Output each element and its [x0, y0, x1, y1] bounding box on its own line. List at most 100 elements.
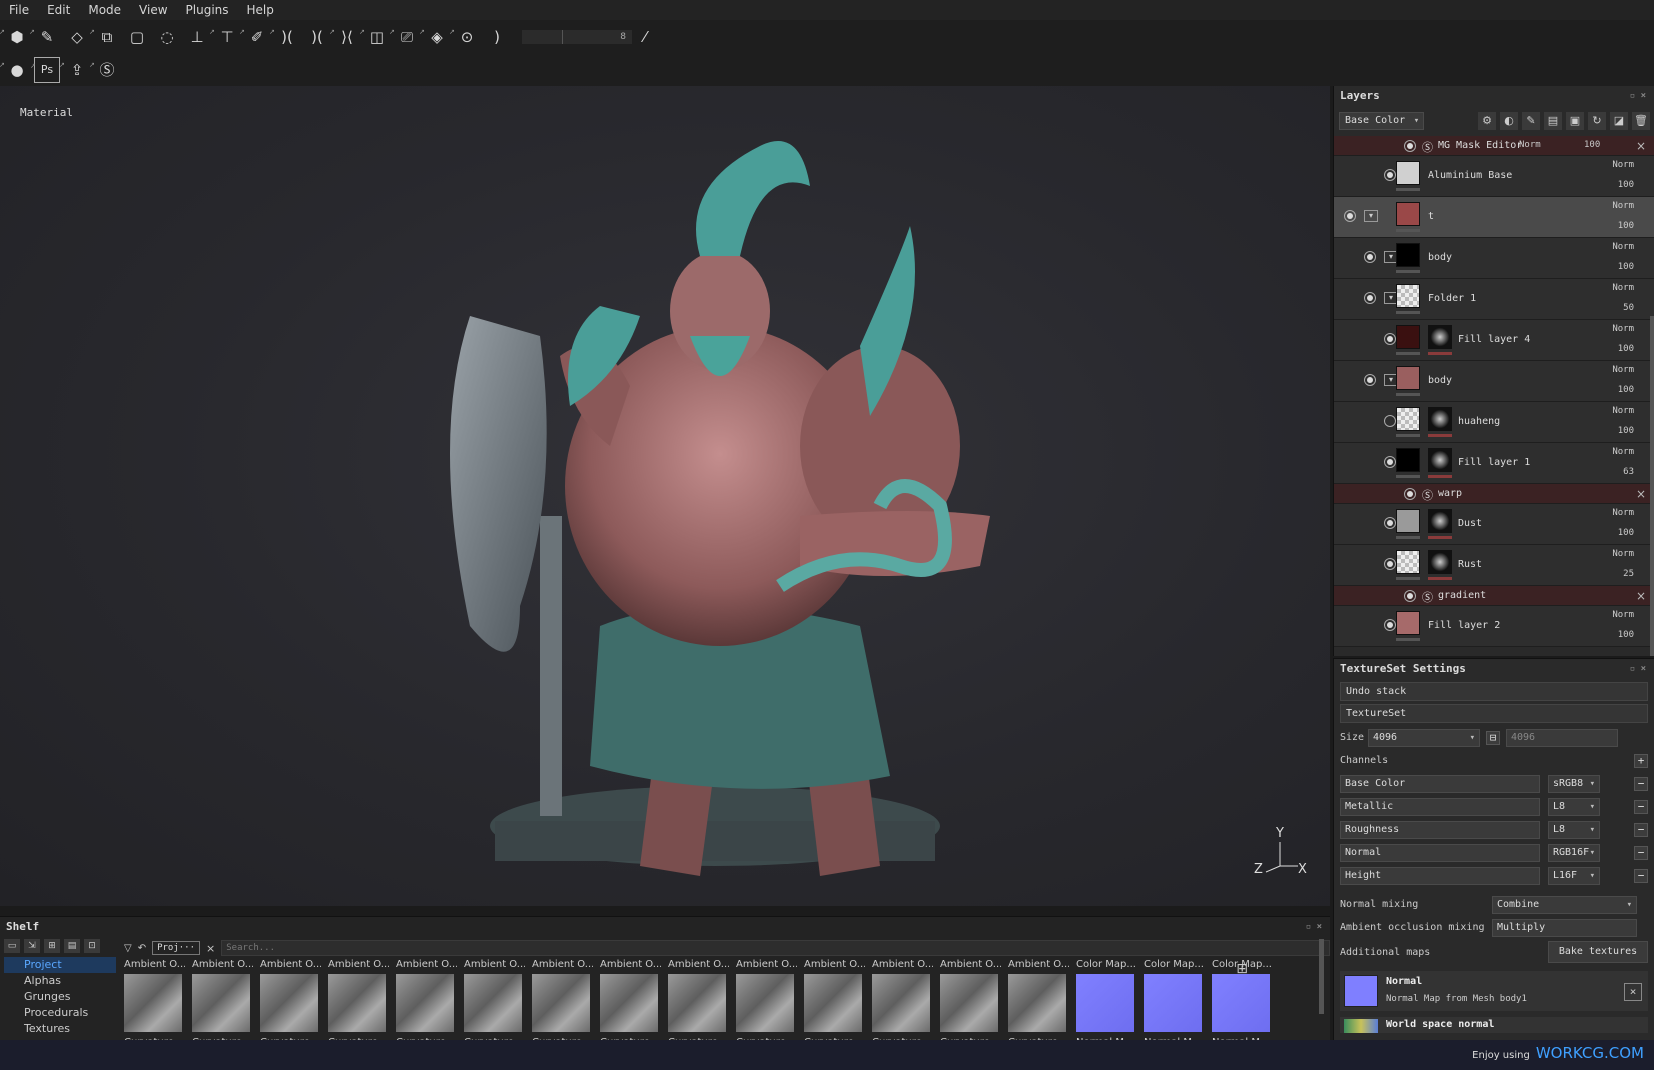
- layer-blend-mode[interactable]: Norm: [1612, 160, 1634, 170]
- visibility-eye-icon[interactable]: [1384, 169, 1396, 181]
- shelf-tile[interactable]: Ambient O...Curvature ...: [396, 959, 457, 1051]
- panel-controls-icon[interactable]: ▫ ×: [1306, 917, 1322, 937]
- layer-row[interactable]: Dust Norm 100: [1334, 504, 1654, 545]
- shelf-category-project[interactable]: Project: [4, 957, 116, 973]
- pen-pressure-icon[interactable]: ⁄: [632, 24, 658, 50]
- textureset-button[interactable]: TextureSet: [1340, 704, 1648, 723]
- add-effect-icon[interactable]: ⚙: [1478, 112, 1496, 130]
- screenshot-icon[interactable]: ↗ ⊙: [449, 24, 480, 50]
- layer-opacity[interactable]: 50: [1623, 303, 1634, 313]
- layer-blend-mode[interactable]: Norm: [1612, 610, 1634, 620]
- grid-view-icon[interactable]: ⊞: [1236, 961, 1248, 977]
- shelf-tile[interactable]: Ambient O...Curvature ...: [668, 959, 729, 1051]
- clear-filter-icon[interactable]: ×: [206, 942, 215, 955]
- painter-logo-icon[interactable]: ↗ ⬢: [0, 24, 30, 50]
- visibility-eye-icon[interactable]: [1404, 590, 1416, 602]
- visibility-eye-icon[interactable]: [1384, 619, 1396, 631]
- paint-brush-icon[interactable]: ↗ ✎: [29, 24, 60, 50]
- layer-effect-row[interactable]: Ⓢgradient ×: [1334, 586, 1654, 606]
- filter-icon[interactable]: ▽: [124, 943, 132, 954]
- undo-stack-button[interactable]: Undo stack: [1340, 682, 1648, 701]
- iray-render-icon[interactable]: ↗ ●: [0, 57, 30, 83]
- layer-opacity[interactable]: 25: [1623, 569, 1634, 579]
- shelf-category-procedurals[interactable]: Procedurals: [4, 1005, 116, 1021]
- shelf-tile[interactable]: Ambient O...Curvature ...: [192, 959, 253, 1051]
- layer-blend-mode[interactable]: Norm: [1612, 283, 1634, 293]
- add-folder-icon[interactable]: ▣: [1566, 112, 1584, 130]
- channel-format-dropdown[interactable]: L8: [1548, 820, 1600, 839]
- size-width-dropdown[interactable]: 4096: [1368, 728, 1480, 747]
- visibility-eye-icon[interactable]: [1364, 292, 1376, 304]
- layer-blend-mode[interactable]: Norm: [1612, 549, 1634, 559]
- smudge-icon[interactable]: ◌: [154, 24, 180, 50]
- project-filter-chip[interactable]: Proj···: [152, 941, 201, 955]
- channel-format-dropdown[interactable]: L16F: [1548, 866, 1600, 885]
- layer-row[interactable]: Fill layer 2 Norm 100: [1334, 606, 1654, 647]
- add-fill-layer-icon[interactable]: ▤: [1544, 112, 1562, 130]
- remove-channel-icon[interactable]: −: [1634, 868, 1648, 883]
- shelf-tile[interactable]: Ambient O...Curvature ...: [940, 959, 1001, 1051]
- layer-blend-mode[interactable]: Norm: [1612, 406, 1634, 416]
- shelf-tile[interactable]: Ambient O...Curvature ...: [1008, 959, 1069, 1051]
- cube-3d-icon[interactable]: ↗ ◈: [419, 24, 450, 50]
- shelf-category-alphas[interactable]: Alphas: [4, 973, 116, 989]
- shelf-tile[interactable]: Color Map...Normal M...: [1076, 959, 1137, 1051]
- layer-row[interactable]: Aluminium Base Norm 100: [1334, 156, 1654, 197]
- remove-effect-icon[interactable]: ×: [1636, 487, 1646, 501]
- shelf-category-textures[interactable]: Textures: [4, 1021, 116, 1037]
- render-camera-icon[interactable]: ↗ ⎚: [389, 24, 420, 50]
- menu-edit[interactable]: Edit: [38, 3, 79, 17]
- shelf-tile[interactable]: Ambient O...Curvature ...: [532, 959, 593, 1051]
- mask-thumbnail[interactable]: [1428, 407, 1452, 431]
- channel-dropdown[interactable]: Base Color: [1339, 112, 1425, 130]
- visibility-eye-icon[interactable]: [1384, 456, 1396, 468]
- shelf-search-input[interactable]: Search...: [221, 940, 1330, 956]
- layer-opacity[interactable]: 100: [1618, 528, 1634, 538]
- channel-format-dropdown[interactable]: L8: [1548, 797, 1600, 816]
- layer-opacity[interactable]: 100: [1618, 180, 1634, 190]
- channel-format-dropdown[interactable]: RGB16F: [1548, 843, 1600, 862]
- channel-name-field[interactable]: Metallic: [1340, 797, 1540, 816]
- add-layer-icon[interactable]: ◪: [1610, 112, 1628, 130]
- polygon-fill-icon[interactable]: ▢: [124, 24, 150, 50]
- lock-icon[interactable]: ⊟: [1486, 730, 1500, 745]
- menu-file[interactable]: File: [0, 3, 38, 17]
- visibility-eye-icon[interactable]: [1344, 210, 1356, 222]
- color-picker-icon[interactable]: ↗ ✐: [239, 24, 270, 50]
- layer-opacity[interactable]: 63: [1623, 467, 1634, 477]
- channel-name-field[interactable]: Base Color: [1340, 774, 1540, 793]
- camera-view-icon[interactable]: ↗ ◫: [359, 24, 390, 50]
- layer-opacity[interactable]: 100: [1618, 426, 1634, 436]
- channel-format-dropdown[interactable]: sRGB8: [1548, 774, 1600, 793]
- channel-name-field[interactable]: Roughness: [1340, 820, 1540, 839]
- add-channel-icon[interactable]: +: [1634, 753, 1648, 768]
- menu-view[interactable]: View: [130, 3, 176, 17]
- normal-map-card[interactable]: Normal Normal Map from Mesh body1 ×: [1340, 971, 1648, 1011]
- remove-channel-icon[interactable]: −: [1634, 845, 1648, 860]
- shelf-tile[interactable]: Ambient O...Curvature ...: [736, 959, 797, 1051]
- folder-icon[interactable]: ▭: [4, 939, 20, 953]
- expand-icon[interactable]: ⊡: [84, 939, 100, 953]
- shelf-tile[interactable]: Ambient O...Curvature ...: [260, 959, 321, 1051]
- menu-mode[interactable]: Mode: [79, 3, 130, 17]
- layer-blend-mode[interactable]: Norm: [1612, 324, 1634, 334]
- visibility-eye-icon[interactable]: [1404, 488, 1416, 500]
- shelf-category-grunges[interactable]: Grunges: [4, 989, 116, 1005]
- visibility-eye-icon[interactable]: [1404, 140, 1416, 152]
- remove-map-icon[interactable]: ×: [1624, 983, 1642, 1001]
- panel-controls-icon[interactable]: ▫ ×: [1630, 86, 1646, 106]
- photoshop-export-icon[interactable]: ↗ Ps: [30, 56, 60, 83]
- layer-opacity[interactable]: 100: [1618, 262, 1634, 272]
- layer-blend-mode[interactable]: Norm: [1612, 365, 1634, 375]
- layer-effect-row[interactable]: Ⓢwarp ×: [1334, 484, 1654, 504]
- layer-row[interactable]: Rust Norm 25: [1334, 545, 1654, 586]
- symmetry-x-icon[interactable]: )(: [304, 24, 330, 50]
- shelf-tile[interactable]: Ambient O...Curvature ...: [464, 959, 525, 1051]
- remove-channel-icon[interactable]: −: [1634, 799, 1648, 814]
- layer-blend-mode[interactable]: Norm: [1612, 242, 1634, 252]
- layer-blend-mode[interactable]: Norm: [1612, 508, 1634, 518]
- visibility-eye-icon[interactable]: [1384, 333, 1396, 345]
- menu-plugins[interactable]: Plugins: [177, 3, 238, 17]
- channel-name-field[interactable]: Height: [1340, 866, 1540, 885]
- layer-opacity[interactable]: 100: [1618, 221, 1634, 231]
